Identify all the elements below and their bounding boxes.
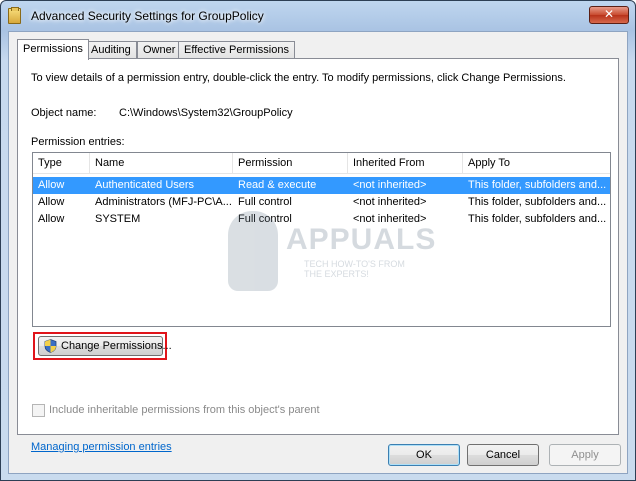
cell-inherited-from: <not inherited>: [353, 196, 427, 208]
cell-type: Allow: [38, 196, 65, 208]
cell-permission: Full control: [238, 213, 292, 225]
change-permissions-label: Change Permissions...: [61, 340, 172, 352]
permission-entries-list[interactable]: Type Name Permission Inherited From Appl…: [32, 152, 611, 327]
table-row[interactable]: Allow SYSTEM Full control <not inherited…: [33, 211, 610, 228]
managing-permission-entries-link[interactable]: Managing permission entries: [31, 441, 172, 453]
cell-permission: Full control: [238, 196, 292, 208]
object-name-value: C:\Windows\System32\GroupPolicy: [119, 107, 293, 119]
cell-apply-to: This folder, subfolders and...: [468, 179, 607, 191]
permission-entries-label: Permission entries:: [31, 136, 125, 148]
cell-apply-to: This folder, subfolders and...: [468, 196, 607, 208]
cell-inherited-from: <not inherited>: [353, 213, 427, 225]
tab-effective-permissions[interactable]: Effective Permissions: [178, 41, 295, 58]
column-header-permission[interactable]: Permission: [233, 153, 348, 173]
uac-shield-icon: [44, 339, 57, 353]
table-row[interactable]: Allow Authenticated Users Read & execute…: [33, 177, 610, 194]
column-header-apply-to[interactable]: Apply To: [463, 153, 610, 173]
description-text: To view details of a permission entry, d…: [31, 72, 566, 84]
cell-type: Allow: [38, 213, 65, 225]
cancel-button[interactable]: Cancel: [467, 444, 539, 466]
column-header-type[interactable]: Type: [33, 153, 90, 173]
dialog-body: Permissions Auditing Owner Effective Per…: [8, 31, 628, 474]
tab-auditing[interactable]: Auditing: [85, 41, 137, 58]
permissions-panel: To view details of a permission entry, d…: [17, 58, 619, 453]
ok-button[interactable]: OK: [388, 444, 460, 466]
include-inheritable-checkbox[interactable]: [32, 404, 45, 417]
object-name-label: Object name:: [31, 107, 97, 119]
title-bar[interactable]: Advanced Security Settings for GroupPoli…: [1, 1, 635, 31]
security-settings-window: Advanced Security Settings for GroupPoli…: [0, 0, 636, 481]
cell-apply-to: This folder, subfolders and...: [468, 213, 607, 225]
cell-name: SYSTEM: [95, 213, 141, 225]
change-permissions-button[interactable]: Change Permissions...: [38, 336, 172, 356]
column-header-name[interactable]: Name: [90, 153, 233, 173]
cell-permission: Read & execute: [238, 179, 317, 191]
cell-name: Administrators (MFJ-PC\A...: [95, 196, 232, 208]
close-button[interactable]: ✕: [589, 6, 629, 24]
cell-inherited-from: <not inherited>: [353, 179, 427, 191]
table-row[interactable]: Allow Administrators (MFJ-PC\A... Full c…: [33, 194, 610, 211]
folder-icon: [8, 7, 21, 24]
cell-name: Authenticated Users: [95, 179, 195, 191]
cell-type: Allow: [38, 179, 65, 191]
tab-permissions[interactable]: Permissions: [17, 39, 89, 60]
window-title: Advanced Security Settings for GroupPoli…: [31, 9, 264, 23]
column-header-inherited-from[interactable]: Inherited From: [348, 153, 463, 173]
list-header: Type Name Permission Inherited From Appl…: [33, 153, 610, 174]
include-inheritable-label: Include inheritable permissions from thi…: [49, 404, 320, 416]
tab-owner[interactable]: Owner: [137, 41, 182, 58]
apply-button[interactable]: Apply: [549, 444, 621, 466]
